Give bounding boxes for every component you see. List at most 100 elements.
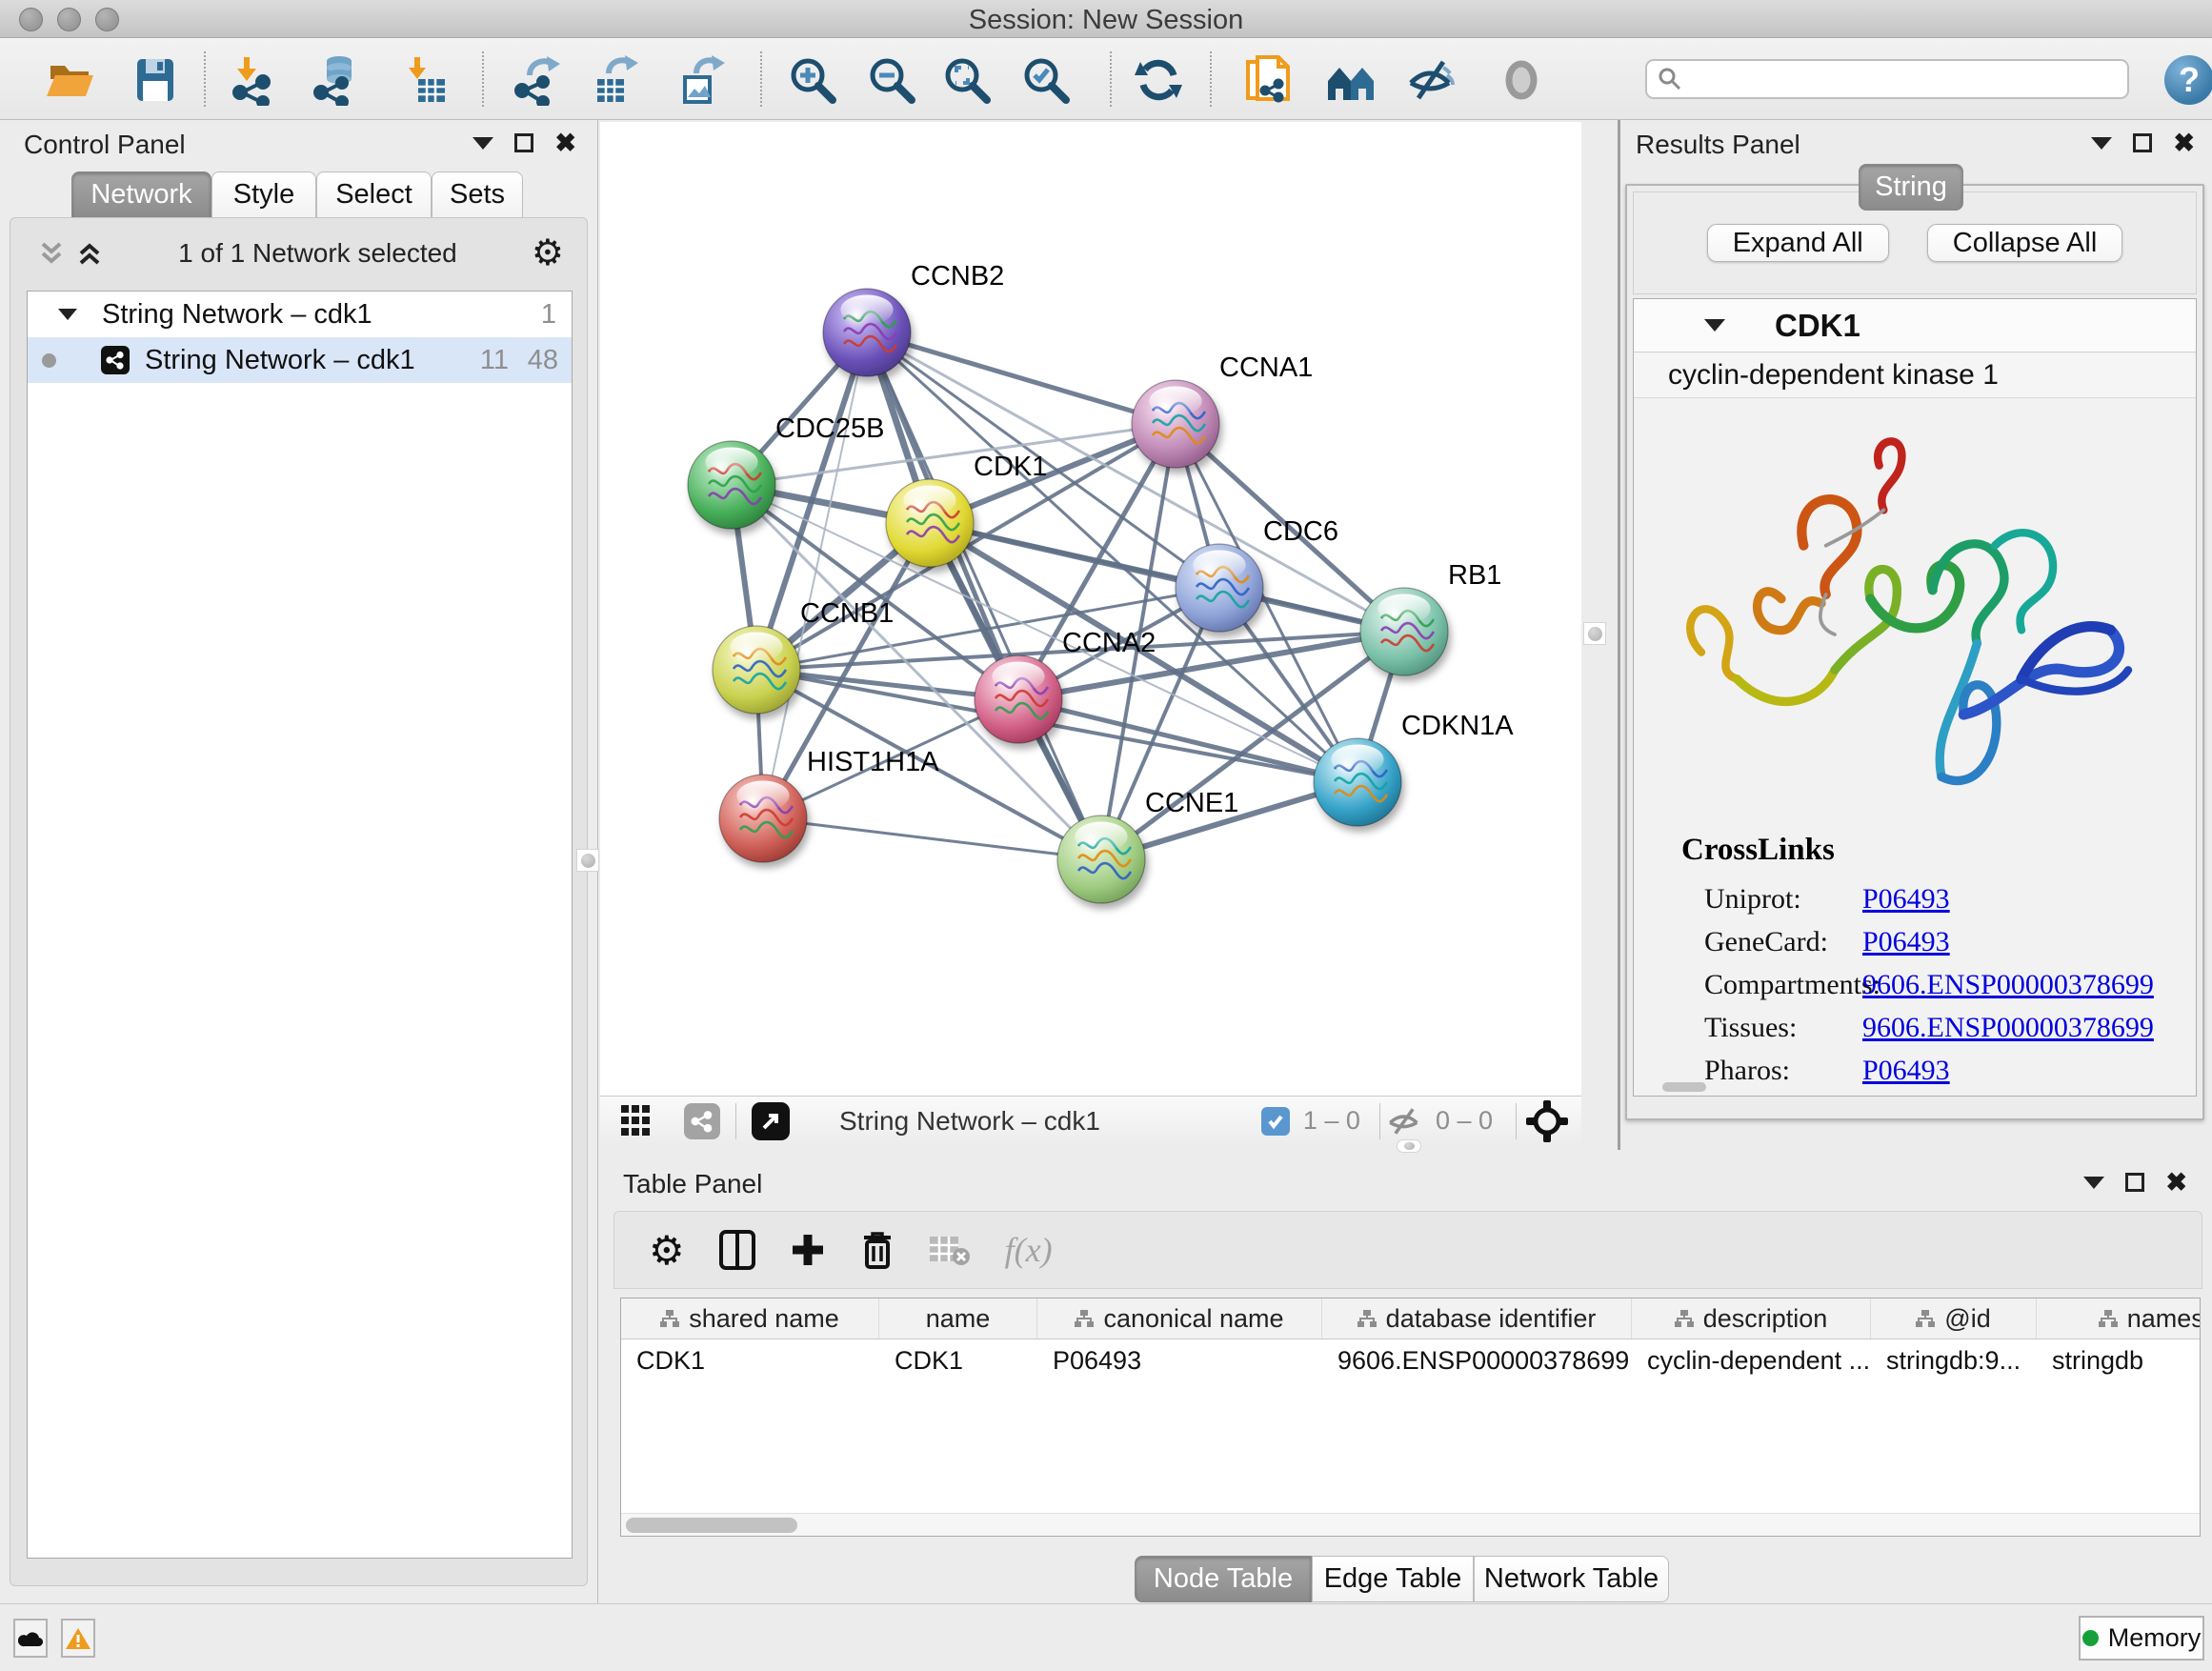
column-header-shared-name[interactable]: shared name bbox=[621, 1299, 879, 1339]
tab-select[interactable]: Select bbox=[316, 171, 432, 218]
maximize-panel-icon[interactable] bbox=[2125, 1173, 2144, 1192]
new-network-from-selection-button[interactable] bbox=[1242, 53, 1296, 107]
tissues-link[interactable]: 9606.ENSP00000378699 bbox=[1862, 1012, 2154, 1044]
cell-description[interactable]: cyclin-dependent ... bbox=[1632, 1339, 1871, 1382]
column-header-description[interactable]: description bbox=[1632, 1299, 1871, 1339]
table-row[interactable]: CDK1CDK1P064939606.ENSP00000378699cyclin… bbox=[621, 1339, 2200, 1382]
tab-edge-table[interactable]: Edge Table bbox=[1312, 1556, 1474, 1602]
results-hscrollbar[interactable] bbox=[1662, 1082, 1706, 1092]
maximize-panel-icon[interactable] bbox=[2133, 133, 2152, 152]
first-neighbors-button[interactable] bbox=[1325, 53, 1378, 107]
close-panel-icon[interactable]: ✖ bbox=[554, 133, 576, 152]
zoom-out-button[interactable] bbox=[866, 53, 919, 107]
right-splitter-handle[interactable] bbox=[1583, 622, 1606, 645]
zoom-out-icon bbox=[866, 54, 917, 106]
import-table-button[interactable] bbox=[399, 53, 452, 107]
network-graph[interactable]: CDK1CCNB1CCNB2CCNA1CCNA2CCNE1CDC25BCDC6R… bbox=[600, 122, 1581, 1096]
table-hscrollbar[interactable] bbox=[621, 1513, 2200, 1536]
warnings-button[interactable] bbox=[61, 1619, 95, 1658]
tab-network[interactable]: Network bbox=[71, 171, 211, 218]
detach-view-icon[interactable] bbox=[752, 1102, 790, 1140]
export-table-button[interactable] bbox=[590, 53, 643, 107]
table-toolbar: ⚙ f(x) bbox=[613, 1211, 2202, 1289]
export-image-button[interactable] bbox=[675, 53, 729, 107]
export-network-button[interactable] bbox=[511, 53, 564, 107]
column-header-namespace[interactable]: namespace bbox=[2037, 1299, 2201, 1339]
svg-text:RB1: RB1 bbox=[1448, 560, 1501, 591]
tab-network-table[interactable]: Network Table bbox=[1474, 1556, 1669, 1602]
birds-eye-view-icon[interactable] bbox=[1526, 1100, 1568, 1142]
tab-style[interactable]: Style bbox=[211, 171, 316, 218]
gene-collapse-icon[interactable] bbox=[1704, 319, 1725, 332]
network-share-icon[interactable] bbox=[684, 1103, 720, 1139]
collapse-all-networks-icon[interactable] bbox=[37, 239, 66, 268]
close-panel-icon[interactable]: ✖ bbox=[2165, 1173, 2187, 1192]
gene-header-row[interactable]: CDK1 bbox=[1634, 299, 2196, 352]
apply-layout-button[interactable] bbox=[1133, 53, 1186, 107]
hide-selected-button[interactable] bbox=[1405, 53, 1458, 107]
column-header-database-identifier[interactable]: database identifier bbox=[1322, 1299, 1632, 1339]
close-panel-icon[interactable]: ✖ bbox=[2173, 133, 2195, 152]
expand-all-button[interactable]: Expand All bbox=[1707, 224, 1889, 262]
protein-node-CDC25B bbox=[688, 441, 775, 529]
grid-view-icon[interactable] bbox=[621, 1105, 659, 1137]
database-icon bbox=[310, 54, 361, 106]
float-panel-icon[interactable] bbox=[2083, 1177, 2104, 1189]
network-row-selected[interactable]: String Network – cdk1 11 48 bbox=[28, 337, 572, 383]
cell-name[interactable]: CDK1 bbox=[879, 1339, 1037, 1382]
save-session-button[interactable] bbox=[130, 53, 183, 107]
tab-string[interactable]: String bbox=[1859, 164, 1963, 211]
collection-expand-icon[interactable] bbox=[58, 309, 77, 320]
network-canvas[interactable]: CDK1CCNB1CCNB2CCNA1CCNA2CCNE1CDC25BCDC6R… bbox=[600, 122, 1581, 1096]
zoom-fit-icon bbox=[941, 54, 993, 106]
cloud-status-button[interactable] bbox=[13, 1619, 48, 1658]
help-button[interactable]: ? bbox=[2164, 55, 2212, 105]
network-collection-row[interactable]: String Network – cdk1 1 bbox=[28, 292, 572, 337]
column-header-name[interactable]: name bbox=[879, 1299, 1037, 1339]
selected-indicator-checkbox[interactable] bbox=[1261, 1107, 1290, 1136]
table-options-gear-icon[interactable]: ⚙ bbox=[649, 1227, 685, 1274]
float-panel-icon[interactable] bbox=[2091, 137, 2112, 150]
uniprot-link[interactable]: P06493 bbox=[1862, 883, 1950, 916]
column-header--id[interactable]: @id bbox=[1871, 1299, 2037, 1339]
expand-all-networks-icon[interactable] bbox=[75, 239, 104, 268]
left-splitter-handle[interactable] bbox=[576, 849, 599, 872]
zoom-fit-button[interactable] bbox=[941, 53, 995, 107]
cell-database-identifier[interactable]: 9606.ENSP00000378699 bbox=[1322, 1339, 1632, 1382]
collapse-all-button[interactable]: Collapse All bbox=[1927, 224, 2123, 262]
cell-shared-name[interactable]: CDK1 bbox=[621, 1339, 879, 1382]
show-columns-icon[interactable] bbox=[719, 1230, 755, 1270]
genecard-link[interactable]: P06493 bbox=[1862, 926, 1950, 958]
network-options-gear-icon[interactable]: ⚙ bbox=[532, 239, 564, 268]
cell-namespace[interactable]: stringdb bbox=[2037, 1339, 2201, 1382]
memory-button[interactable]: Memory bbox=[2079, 1616, 2204, 1661]
maximize-panel-icon[interactable] bbox=[514, 133, 533, 152]
open-session-button[interactable] bbox=[44, 53, 97, 107]
bottom-splitter-handle[interactable] bbox=[1397, 1139, 1421, 1153]
network-view-toolbar: String Network – cdk1 1 – 0 0 – 0 bbox=[600, 1096, 1581, 1145]
cytoscape-window: Session: New Session bbox=[0, 0, 2212, 1671]
protein-node-CCNA1 bbox=[1132, 380, 1219, 468]
results-panel-title: Results Panel bbox=[1636, 130, 1800, 160]
scrollbar-thumb[interactable] bbox=[626, 1518, 797, 1533]
zoom-selected-button[interactable] bbox=[1020, 53, 1074, 107]
results-panel: Results Panel ✖ String Expand All Collap… bbox=[1620, 120, 2212, 1150]
function-builder-button[interactable]: f(x) bbox=[1005, 1230, 1053, 1270]
cell-canonical-name[interactable]: P06493 bbox=[1037, 1339, 1322, 1382]
float-panel-icon[interactable] bbox=[473, 137, 493, 150]
delete-column-icon[interactable] bbox=[860, 1230, 895, 1270]
memory-status-dot bbox=[2082, 1630, 2099, 1646]
cell--id[interactable]: stringdb:9... bbox=[1871, 1339, 2037, 1382]
show-all-button[interactable] bbox=[1496, 53, 1549, 107]
pharos-link[interactable]: P06493 bbox=[1862, 1055, 1950, 1087]
column-header-canonical-name[interactable]: canonical name bbox=[1037, 1299, 1322, 1339]
zoom-in-button[interactable] bbox=[787, 53, 840, 107]
search-input[interactable] bbox=[1691, 65, 2127, 94]
compartments-link[interactable]: 9606.ENSP00000378699 bbox=[1862, 969, 2154, 1001]
import-network-database-button[interactable] bbox=[310, 53, 363, 107]
tab-sets[interactable]: Sets bbox=[432, 171, 523, 218]
import-network-file-button[interactable] bbox=[227, 53, 280, 107]
delete-table-icon[interactable] bbox=[929, 1234, 971, 1266]
add-column-icon[interactable] bbox=[790, 1232, 826, 1268]
tab-node-table[interactable]: Node Table bbox=[1135, 1556, 1312, 1602]
